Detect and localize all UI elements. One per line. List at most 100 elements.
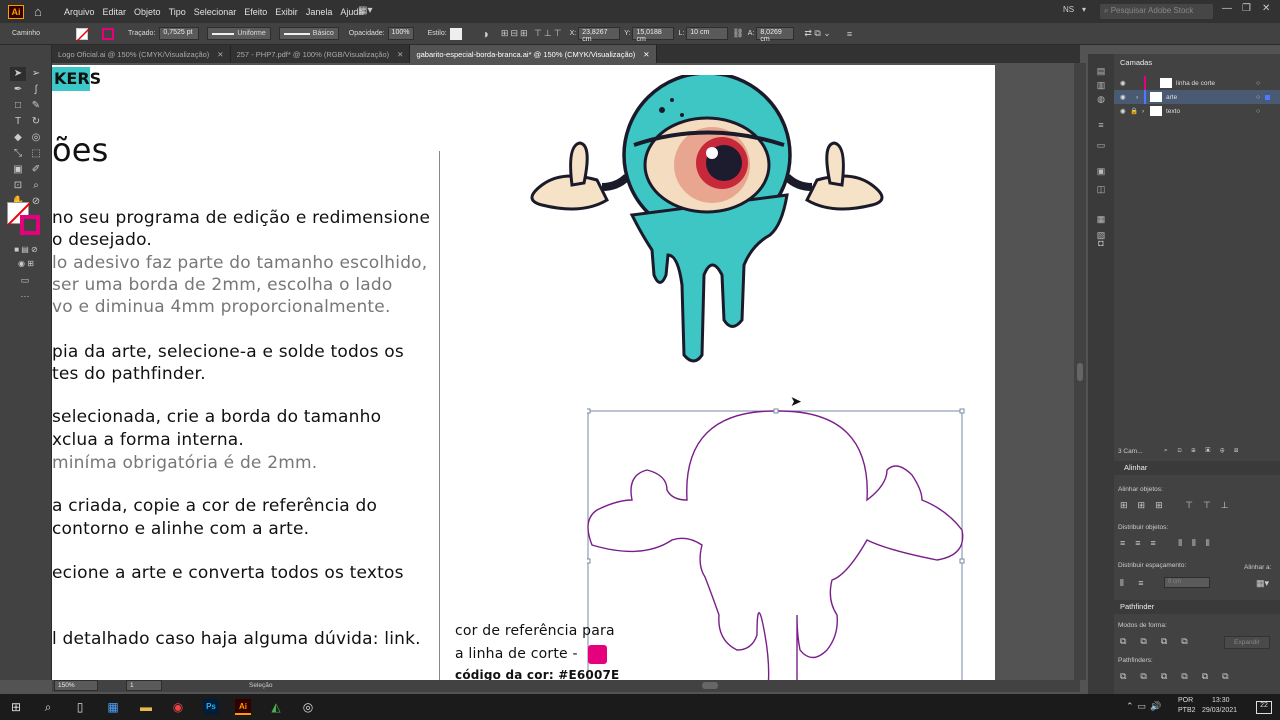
menu-item-janela[interactable]: Janela	[306, 7, 333, 17]
tab-logo-oficial[interactable]: Logo Oficial.ai @ 150% (CMYK/Visualizaçã…	[52, 45, 231, 63]
height-field[interactable]: 8,0269 cm	[756, 27, 795, 43]
layer-name[interactable]: texto	[1166, 108, 1180, 115]
warp-tool-icon[interactable]: ◎	[28, 131, 44, 145]
monster-artwork[interactable]	[522, 75, 892, 365]
artboard[interactable]: KERS ões no seu programa de edição e red…	[52, 65, 995, 680]
shape-mode-buttons[interactable]: ⧉⧉⧉⧉	[1120, 636, 1202, 647]
fill-swatch[interactable]	[76, 27, 89, 41]
selection-tool-icon[interactable]: ➤	[10, 67, 26, 81]
link-icon[interactable]: ⛓	[732, 28, 743, 39]
keyboard-layout[interactable]: PTB2	[1178, 707, 1196, 714]
width-field[interactable]: 10 cm	[686, 27, 729, 40]
windows-start-icon[interactable]: ⊞	[8, 699, 24, 715]
stroke-color-swatch[interactable]	[20, 215, 40, 235]
align-icons[interactable]: ⊞⊟⊞ ⊤⊥⊤	[501, 28, 564, 39]
export-icon[interactable]: ◘	[1095, 238, 1107, 248]
chevron-down-icon[interactable]: ▾	[1082, 5, 1086, 14]
menu-item-tipo[interactable]: Tipo	[169, 7, 186, 17]
artboard-tool-icon[interactable]: ⊡	[10, 179, 26, 193]
properties-icon[interactable]: ▤	[1095, 66, 1107, 76]
pathfinder-buttons[interactable]: ⧉⧉⧉⧉⧉⧉	[1120, 671, 1243, 682]
opacity-field[interactable]: 100%	[387, 27, 414, 40]
canvas-area[interactable]: KERS ões no seu programa de edição e red…	[52, 63, 1074, 680]
expand-arrow-icon[interactable]: ›	[1136, 94, 1144, 101]
layers-panel-title[interactable]: Camadas	[1120, 58, 1152, 67]
stroke-label[interactable]: Traçado:	[128, 30, 155, 37]
illustrator-app-icon[interactable]: Ai	[8, 4, 24, 19]
close-icon[interactable]: ✕	[217, 50, 223, 59]
direct-selection-tool-icon[interactable]: ➢	[28, 67, 44, 81]
curvature-tool-icon[interactable]: ∫	[28, 83, 44, 97]
adobe-stock-search[interactable]: ⌕ Pesquisar Adobe Stock	[1100, 4, 1213, 19]
type-tool-icon[interactable]: T	[10, 115, 26, 129]
eye-icon[interactable]: ◉	[1120, 107, 1130, 115]
minimize-button[interactable]: —	[1222, 3, 1232, 14]
close-icon[interactable]: ✕	[397, 50, 403, 59]
menu-item-exibir[interactable]: Exibir	[275, 7, 298, 17]
symbols-icon[interactable]: ▦	[1095, 214, 1107, 224]
swatches-icon[interactable]: ≡	[1095, 120, 1107, 130]
menu-item-efeito[interactable]: Efeito	[244, 7, 267, 17]
eye-icon[interactable]: ◉	[1120, 93, 1130, 101]
paintbrush-tool-icon[interactable]: ✎	[28, 99, 44, 113]
x-field[interactable]: 23,8267 cm	[578, 27, 621, 43]
workspace-layout-icon[interactable]: ▦▾	[358, 5, 372, 16]
home-icon[interactable]: ⌂	[34, 4, 48, 19]
appearance-icon[interactable]: ◫	[1095, 184, 1107, 194]
spacing-field[interactable]: 0 cm	[1164, 577, 1210, 588]
menu-item-selecionar[interactable]: Selecionar	[194, 7, 237, 17]
cut-line-outline[interactable]	[587, 405, 967, 680]
rotate-tool-icon[interactable]: ↻	[28, 115, 44, 129]
eye-icon[interactable]: ◉	[1120, 79, 1130, 87]
search-icon[interactable]: ⌕	[40, 699, 56, 715]
target-icon[interactable]: ○	[1256, 80, 1260, 87]
obs-icon[interactable]: ◎	[300, 699, 316, 715]
transform-icons[interactable]: ⇄ ⧉ ⌄	[804, 28, 831, 39]
eyedropper-tool-icon[interactable]: ✐	[28, 163, 44, 177]
target-icon[interactable]: ○	[1256, 108, 1260, 115]
menu-icon[interactable]: ≡	[847, 29, 852, 39]
expand-button[interactable]: Expandir	[1224, 636, 1270, 649]
target-icon[interactable]: ○	[1256, 94, 1260, 101]
tab-gabarito[interactable]: gabarito-especial-borda-branca.ai* @ 150…	[410, 45, 657, 63]
gradient-tool-icon[interactable]: ▣	[10, 163, 26, 177]
tray-icons[interactable]: ⌃▭🔊	[1126, 701, 1165, 712]
menu-item-editar[interactable]: Editar	[103, 7, 127, 17]
task-view-icon[interactable]: ▯	[72, 699, 88, 715]
rectangle-tool-icon[interactable]: □	[10, 99, 26, 113]
maximize-button[interactable]: ❐	[1242, 3, 1251, 14]
lock-icon[interactable]: 🔒	[1130, 107, 1140, 115]
opacity-label[interactable]: Opacidade:	[349, 30, 385, 37]
chrome-icon[interactable]: ◉	[170, 699, 186, 715]
file-explorer-icon[interactable]: ▬	[138, 699, 154, 715]
layer-row-linha-de-corte[interactable]: ◉ linha de corte ○	[1114, 76, 1280, 90]
stroke-weight-field[interactable]: 0,7525 pt	[159, 27, 200, 40]
recolor-icon[interactable]: ◑	[482, 27, 489, 41]
scale-tool-icon[interactable]: ⤡	[10, 147, 26, 161]
color-wheel-icon[interactable]: ◍	[1095, 94, 1107, 104]
more-tools-icon[interactable]: ···	[14, 289, 36, 303]
clock-time[interactable]: 13:30	[1212, 697, 1230, 704]
libraries-icon[interactable]: ▥	[1095, 80, 1107, 90]
distribute-objects-buttons[interactable]: ≡≡≡ ⫴⫴⫴	[1120, 538, 1220, 549]
y-field[interactable]: 15,0188 cm	[632, 27, 675, 43]
screen-mode-icon[interactable]: ▭	[14, 273, 36, 287]
notification-badge[interactable]: 22	[1256, 701, 1272, 714]
align-objects-buttons[interactable]: ⊞⊞⊞ ⊤⊤⊥	[1120, 500, 1239, 511]
close-button[interactable]: ✕	[1262, 3, 1270, 14]
photoshop-icon[interactable]: Ps	[203, 699, 219, 715]
clock-date[interactable]: 29/03/2021	[1202, 707, 1237, 714]
shape-builder-tool-icon[interactable]: ⬚	[28, 147, 44, 161]
stroke-profile-select[interactable]: Uniforme	[207, 27, 271, 40]
calculator-icon[interactable]: ▦	[105, 699, 121, 715]
layer-name[interactable]: arte	[1166, 94, 1177, 101]
menu-item-arquivo[interactable]: Arquivo	[64, 7, 95, 17]
gradient-icon[interactable]: ▭	[1095, 140, 1107, 150]
draw-mode-icons[interactable]: ◉ ⊞	[6, 257, 46, 271]
layer-row-texto[interactable]: ◉ 🔒 › texto ○	[1114, 104, 1280, 118]
app-icon[interactable]: ◭	[268, 699, 284, 715]
layers-footer-icons[interactable]: ⌕ ⊡ ⊞ ▣ ⊕ ⊠	[1164, 447, 1242, 455]
stroke-swatch[interactable]	[102, 27, 114, 40]
selection-indicator[interactable]	[1265, 94, 1270, 100]
zoom-select[interactable]: 150%	[54, 680, 98, 691]
